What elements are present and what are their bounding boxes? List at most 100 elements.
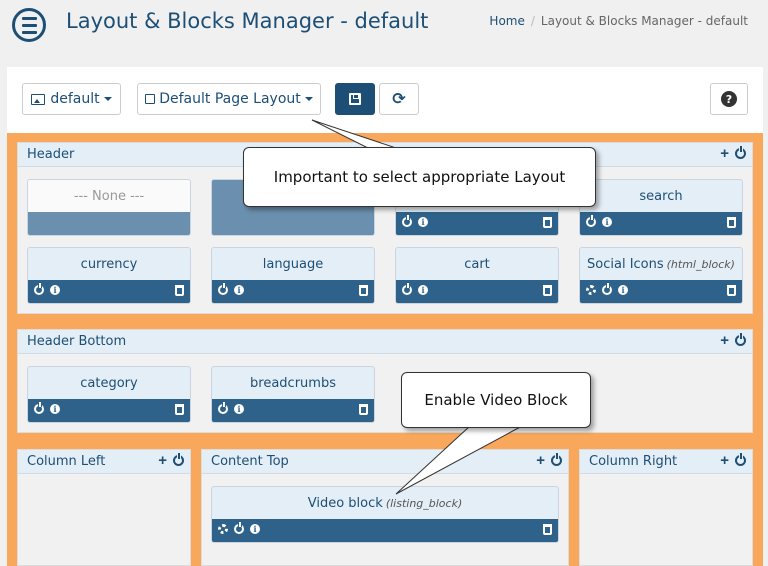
section-controls: + <box>720 453 746 468</box>
breadcrumb-current: Layout & Blocks Manager - default <box>540 14 748 28</box>
power-icon[interactable] <box>735 146 746 159</box>
info-icon[interactable]: i <box>602 217 612 227</box>
info-icon[interactable]: i <box>234 404 244 414</box>
power-icon[interactable] <box>402 215 412 227</box>
block-title: Video block <box>307 496 383 511</box>
trash-icon[interactable] <box>359 285 368 296</box>
power-icon[interactable] <box>735 453 746 466</box>
info-icon[interactable]: i <box>50 285 60 295</box>
section-content-top: Content Top + Video block (listing_block)… <box>201 449 569 566</box>
block-toolbar: i <box>580 212 742 235</box>
section-header-bar: Column Left + <box>18 450 190 474</box>
add-block-icon[interactable]: + <box>158 453 167 468</box>
gear-icon[interactable] <box>218 524 228 534</box>
template-dropdown[interactable]: default <box>22 83 121 115</box>
callout-video-text: Enable Video Block <box>424 391 568 409</box>
block-name: category <box>80 376 138 391</box>
block-slot[interactable]: --- None --- <box>27 179 191 236</box>
trash-icon[interactable] <box>543 217 552 228</box>
block-currency[interactable]: currency i <box>27 247 191 304</box>
block-type: (listing_block) <box>385 497 463 510</box>
trash-icon[interactable] <box>543 524 552 535</box>
section-column-left: Column Left + <box>17 449 191 566</box>
section-controls: + <box>536 453 562 468</box>
block-name: language <box>262 257 324 272</box>
help-button[interactable]: ? <box>710 83 748 115</box>
layout-dropdown[interactable]: Default Page Layout <box>137 83 321 115</box>
power-icon[interactable] <box>586 215 596 227</box>
block-toolbar: i <box>580 280 742 303</box>
save-button[interactable] <box>335 83 375 115</box>
block-toolbar: i <box>396 280 558 303</box>
block-toolbar <box>28 212 190 235</box>
block-cart[interactable]: cart i <box>395 247 559 304</box>
info-icon[interactable]: i <box>618 285 628 295</box>
caret-down-icon <box>304 97 313 101</box>
power-icon[interactable] <box>234 522 244 534</box>
power-icon[interactable] <box>218 283 228 295</box>
save-icon <box>349 93 361 105</box>
section-controls: + <box>720 146 746 161</box>
power-icon[interactable] <box>34 283 44 295</box>
page-title: Layout & Blocks Manager - default <box>66 9 429 33</box>
trash-icon[interactable] <box>727 285 736 296</box>
info-icon[interactable]: i <box>50 404 60 414</box>
image-icon <box>31 93 46 105</box>
block-name: Social Icons (html_block) <box>580 248 742 282</box>
block-type: (html_block) <box>666 258 735 271</box>
power-icon[interactable] <box>402 283 412 295</box>
refresh-button[interactable]: ⟳ <box>379 83 419 115</box>
add-block-icon[interactable]: + <box>720 146 729 161</box>
trash-icon[interactable] <box>175 285 184 296</box>
block-title: Social Icons <box>587 257 664 272</box>
section-header-bottom: Header Bottom + category i breadcrumbs i <box>17 329 753 433</box>
block-name: breadcrumbs <box>250 376 336 391</box>
power-icon[interactable] <box>735 333 746 346</box>
block-toolbar: i <box>396 212 558 235</box>
section-controls: + <box>720 333 746 348</box>
power-icon[interactable] <box>551 453 562 466</box>
block-language[interactable]: language i <box>211 247 375 304</box>
trash-icon[interactable] <box>543 285 552 296</box>
trash-icon[interactable] <box>175 404 184 415</box>
block-category[interactable]: category i <box>27 366 191 423</box>
info-icon[interactable]: i <box>250 524 260 534</box>
section-title: Header Bottom <box>27 334 127 349</box>
block-name: search <box>639 189 683 204</box>
block-toolbar: i <box>212 280 374 303</box>
power-icon[interactable] <box>34 402 44 414</box>
breadcrumb-separator: / <box>530 14 535 28</box>
trash-icon[interactable] <box>727 217 736 228</box>
power-icon[interactable] <box>602 283 612 295</box>
toolbar-panel: default Default Page Layout ⟳ ? <box>7 67 763 133</box>
section-header-bar: Content Top + <box>202 450 568 474</box>
menu-toggle-icon[interactable] <box>12 8 46 42</box>
trash-icon[interactable] <box>359 404 368 415</box>
power-icon[interactable] <box>173 453 184 466</box>
add-block-icon[interactable]: + <box>536 453 545 468</box>
section-title: Column Right <box>589 454 678 469</box>
breadcrumb: Home / Layout & Blocks Manager - default <box>489 14 748 28</box>
add-block-icon[interactable]: + <box>720 333 729 348</box>
section-header-bar: Header Bottom + <box>18 330 752 354</box>
block-toolbar: i <box>212 399 374 422</box>
add-block-icon[interactable]: + <box>720 453 729 468</box>
block-social-icons[interactable]: Social Icons (html_block) i <box>579 247 743 304</box>
block-name: cart <box>464 257 490 272</box>
block-toolbar: i <box>28 280 190 303</box>
block-search[interactable]: search i <box>579 179 743 236</box>
block-name: currency <box>80 257 138 272</box>
block-breadcrumbs[interactable]: breadcrumbs i <box>211 366 375 423</box>
info-icon[interactable]: i <box>234 285 244 295</box>
info-icon[interactable]: i <box>418 217 428 227</box>
gear-icon[interactable] <box>586 285 596 295</box>
block-video[interactable]: Video block (listing_block) i <box>211 486 559 543</box>
power-icon[interactable] <box>218 402 228 414</box>
info-icon[interactable]: i <box>418 285 428 295</box>
layout-dropdown-label: Default Page Layout <box>159 91 301 107</box>
block-name: --- None --- <box>73 189 145 204</box>
caret-down-icon <box>103 97 112 101</box>
top-bar: Layout & Blocks Manager - default Home / L… <box>0 0 768 48</box>
callout-video: Enable Video Block <box>401 372 591 428</box>
breadcrumb-home-link[interactable]: Home <box>489 14 524 28</box>
